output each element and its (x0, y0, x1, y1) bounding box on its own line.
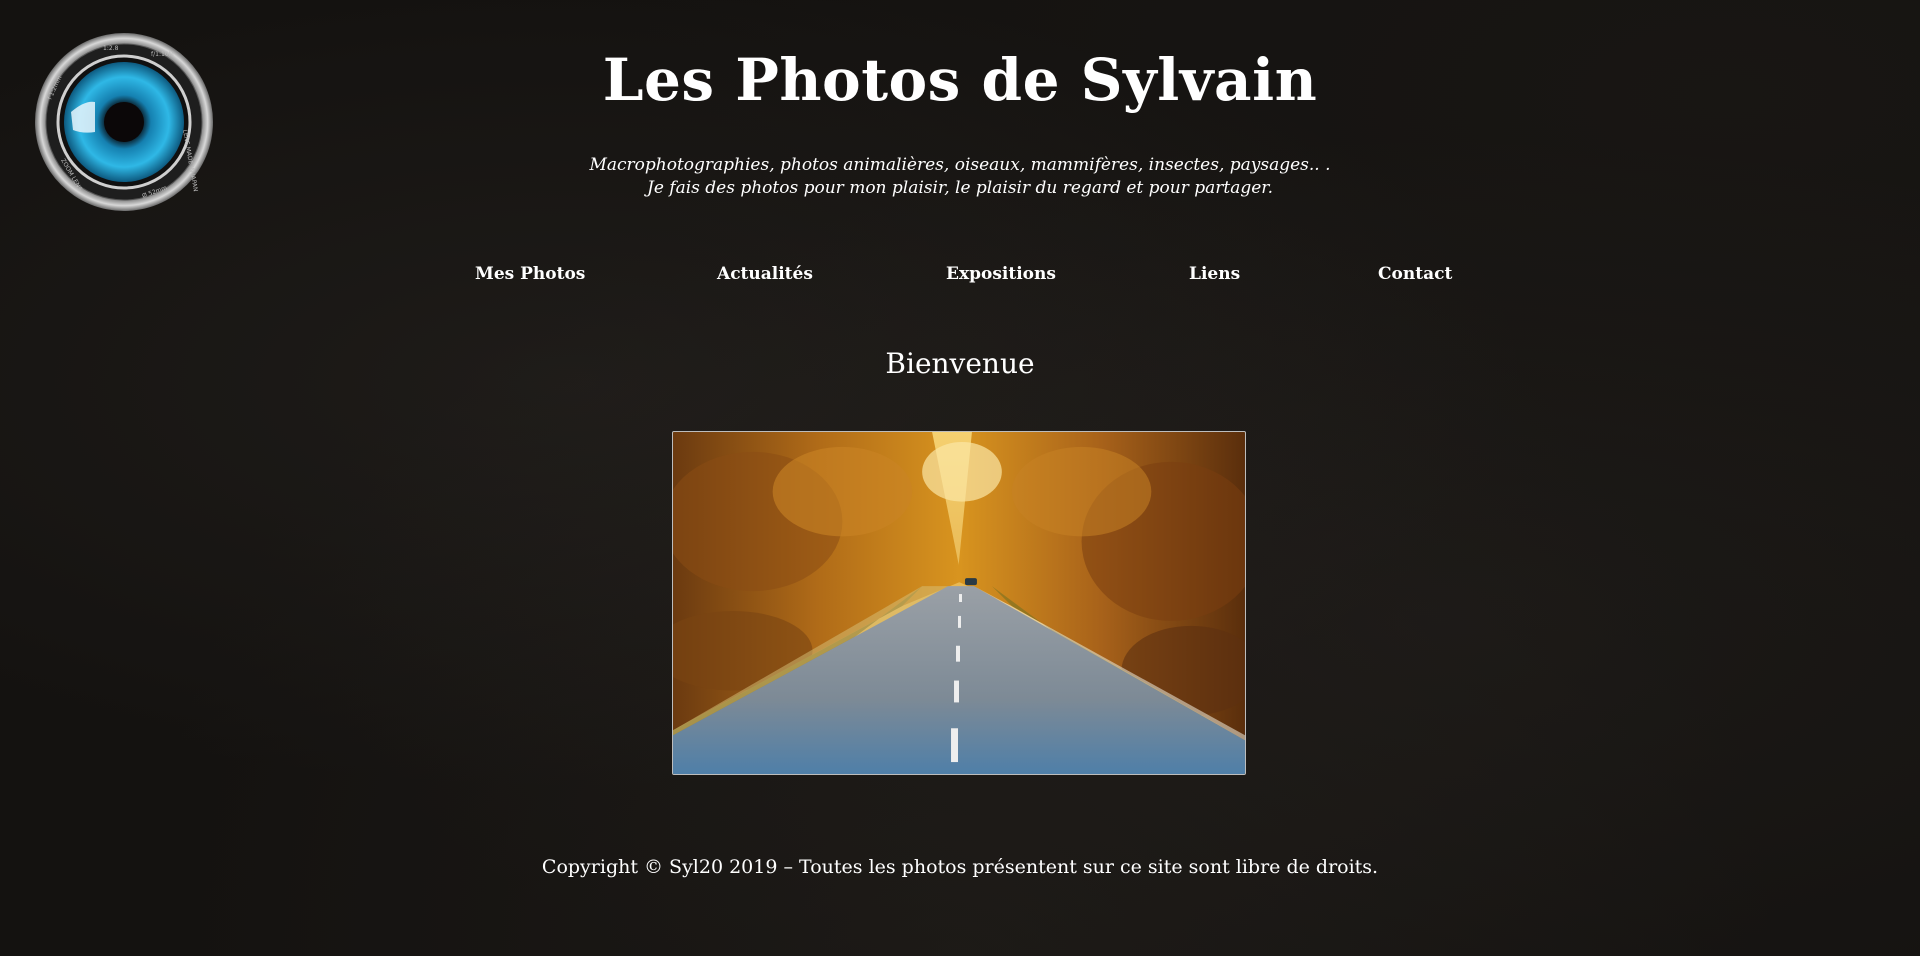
nav-item-actualites[interactable]: Actualités (717, 264, 813, 284)
nav-item-liens[interactable]: Liens (1189, 264, 1240, 284)
nav-item-mes-photos[interactable]: Mes Photos (475, 264, 585, 284)
main-navigation: Mes Photos Actualités Expositions Liens … (0, 264, 1920, 288)
site-tagline: Macrophotographies, photos animalières, … (0, 154, 1920, 200)
tagline-line-2: Je fais des photos pour mon plaisir, le … (647, 178, 1273, 198)
site-title: Les Photos de Sylvain (602, 46, 1318, 114)
nav-item-expositions[interactable]: Expositions (946, 264, 1056, 284)
welcome-heading: Bienvenue (885, 347, 1035, 380)
featured-photo (672, 431, 1246, 775)
nav-item-contact[interactable]: Contact (1378, 264, 1452, 284)
footer-copyright: Copyright © Syl20 2019 – Toutes les phot… (541, 856, 1379, 878)
autumn-road-image (673, 432, 1245, 774)
tagline-line-1: Macrophotographies, photos animalières, … (589, 155, 1331, 175)
